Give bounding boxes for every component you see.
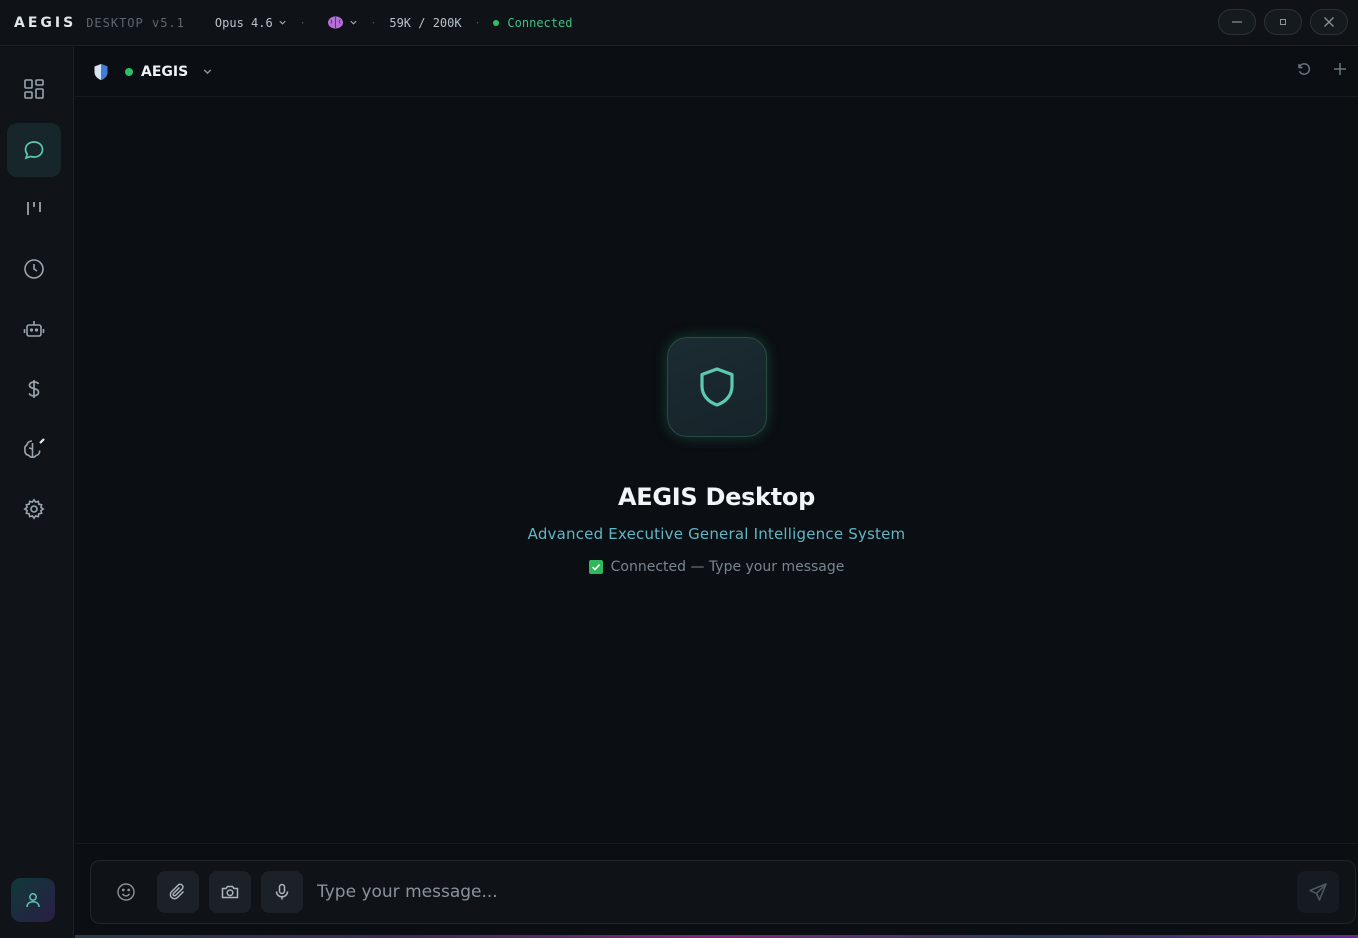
dashboard-grid-icon	[24, 79, 44, 99]
status-dot	[493, 19, 500, 26]
maximize-icon	[1280, 19, 1286, 25]
close-button[interactable]	[1310, 9, 1348, 35]
shield-icon	[699, 367, 734, 407]
check-icon	[588, 560, 603, 574]
close-icon	[1324, 17, 1334, 27]
chevron-down-icon	[279, 20, 286, 25]
new-chat-plus-icon[interactable]	[1332, 61, 1348, 77]
microphone-button[interactable]	[261, 871, 303, 913]
smiley-icon	[117, 883, 135, 901]
sidebar-item-memory[interactable]	[7, 422, 61, 476]
sidebar-item-costs[interactable]	[7, 362, 61, 416]
model-selector[interactable]: Opus 4.6	[215, 16, 287, 30]
sidebar-item-chat[interactable]	[7, 123, 61, 177]
camera-button[interactable]	[209, 871, 251, 913]
robot-icon	[23, 321, 45, 337]
send-button[interactable]	[1297, 871, 1339, 913]
shield-icon	[94, 63, 108, 80]
sidebar-item-agents[interactable]	[7, 302, 61, 356]
welcome-status: Connected — Type your message	[75, 559, 1358, 575]
composer	[90, 860, 1356, 924]
sidebar-item-history[interactable]	[7, 242, 61, 296]
sidebar-item-board[interactable]	[7, 182, 61, 236]
welcome-status-text: Connected — Type your message	[610, 559, 845, 575]
chevron-down-icon	[203, 69, 212, 75]
sidebar-item-settings[interactable]	[7, 482, 61, 536]
minimize-icon	[1232, 21, 1242, 23]
separator: ·	[300, 15, 305, 30]
attach-button[interactable]	[157, 871, 199, 913]
gear-icon	[23, 498, 45, 520]
welcome-subtitle: Advanced Executive General Intelligence …	[527, 525, 906, 543]
aegis-logo	[666, 337, 767, 437]
welcome-title: AEGIS Desktop	[618, 483, 815, 511]
paperclip-icon	[169, 883, 185, 900]
kanban-columns-icon	[27, 202, 41, 215]
camera-icon	[221, 885, 239, 899]
connection-status: Connected	[493, 16, 572, 30]
brain-edit-icon	[24, 438, 45, 458]
welcome-panel: AEGIS Desktop Advanced Executive General…	[75, 337, 1358, 575]
microphone-icon	[275, 883, 289, 900]
chat-bubble-icon	[24, 141, 44, 160]
emoji-button[interactable]	[105, 871, 147, 913]
agent-status-dot	[125, 67, 133, 76]
agent-name: AEGIS	[141, 63, 189, 80]
app-brand: AEGIS	[14, 14, 77, 31]
app-version: DESKTOP v5.1	[86, 15, 185, 30]
maximize-button[interactable]	[1264, 9, 1302, 35]
separator: ·	[371, 15, 376, 30]
brain-icon	[327, 16, 343, 29]
sidebar-item-dashboard[interactable]	[7, 62, 61, 116]
title-bar: AEGIS DESKTOP v5.1 Opus 4.6 · · 59K / 20…	[0, 0, 1358, 46]
agent-header: AEGIS	[75, 47, 1358, 97]
dollar-icon	[28, 380, 40, 398]
chevron-down-icon	[349, 20, 357, 25]
agent-actions	[1296, 61, 1348, 77]
refresh-icon[interactable]	[1296, 61, 1312, 77]
agent-selector[interactable]	[202, 66, 213, 77]
send-icon	[1309, 883, 1327, 901]
message-input[interactable]	[317, 871, 1297, 913]
composer-area	[75, 843, 1358, 938]
minimize-button[interactable]	[1218, 9, 1256, 35]
window-controls	[1218, 9, 1348, 35]
model-label: Opus 4.6	[214, 15, 273, 30]
connection-status-label: Connected	[507, 15, 573, 30]
thinking-mode-selector[interactable]	[327, 15, 358, 30]
separator: ·	[475, 15, 480, 30]
user-profile-button[interactable]	[11, 878, 55, 922]
user-icon	[26, 893, 40, 908]
chat-panel: AEGIS AEGIS Desktop Advanced Executive G…	[75, 47, 1358, 938]
clock-icon	[24, 259, 44, 279]
sidebar	[0, 47, 74, 938]
token-usage: 59K / 200K	[389, 15, 462, 30]
